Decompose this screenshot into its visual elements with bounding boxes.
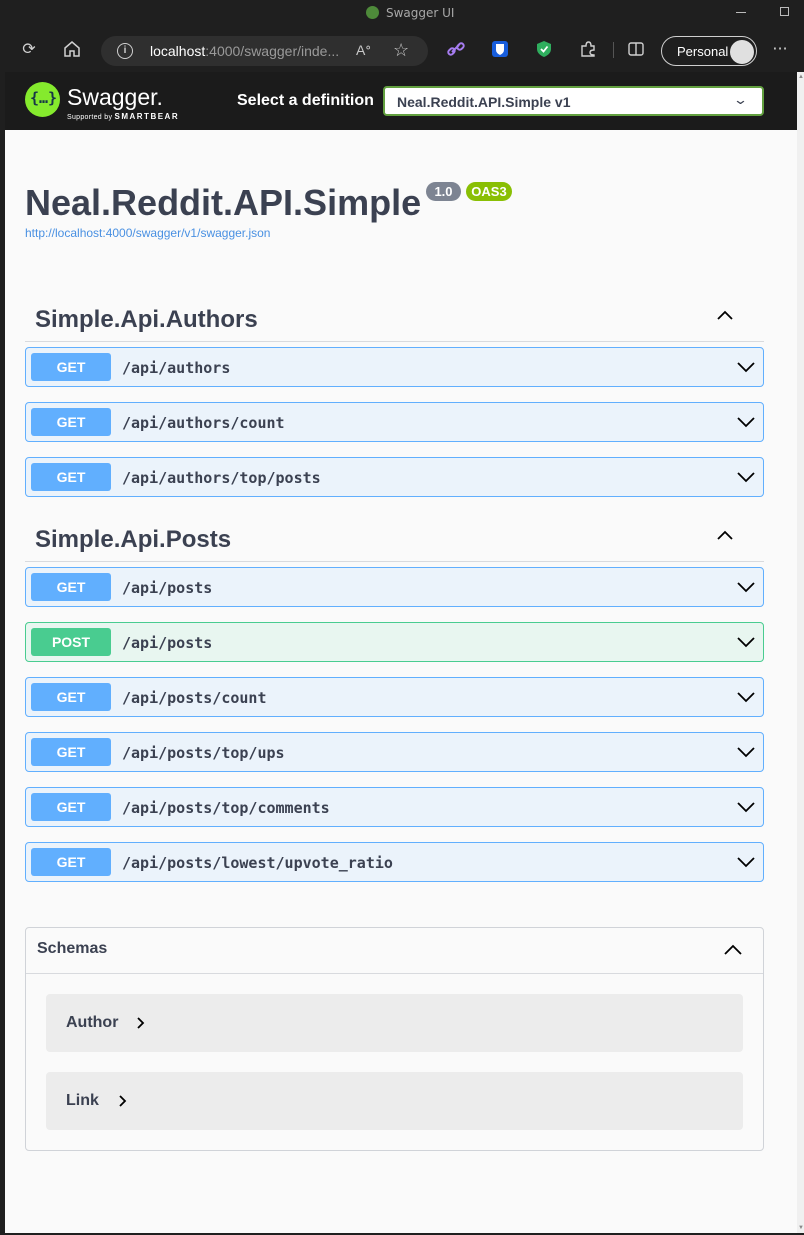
schemas-header[interactable]: Schemas	[26, 928, 763, 974]
info-icon[interactable]: i	[117, 43, 133, 59]
chevron-right-icon[interactable]	[118, 1094, 128, 1108]
chevron-right-icon[interactable]	[136, 1016, 146, 1030]
chevron-up-icon[interactable]	[717, 308, 733, 324]
schema-model-link[interactable]: Link	[46, 1072, 743, 1130]
chevron-down-icon[interactable]	[737, 744, 755, 760]
url-text[interactable]: localhost:4000/swagger/inde...	[150, 43, 339, 59]
oas-badge: OAS3	[466, 182, 512, 201]
swagger-topbar: {…} Swagger. Supported by SMARTBEAR Sele…	[5, 72, 797, 130]
method-badge: GET	[31, 793, 111, 821]
definition-select[interactable]: Neal.Reddit.API.Simple v1 ⌄	[383, 86, 764, 116]
window-title: Swagger UI	[386, 6, 455, 20]
tag-name: Simple.Api.Posts	[35, 526, 232, 553]
operation-path: /api/posts/top/ups	[122, 744, 285, 762]
link-extension-icon[interactable]	[446, 39, 466, 59]
swagger-logo-text[interactable]: Swagger.	[67, 84, 163, 111]
browser-toolbar: ⟳ i localhost:4000/swagger/inde... A͏ᐤ ☆…	[0, 26, 804, 72]
chevron-down-icon[interactable]	[737, 359, 755, 375]
tag-header-posts[interactable]: Simple.Api.Posts	[25, 512, 764, 562]
operation-path: /api/authors	[122, 359, 231, 377]
operation-get-authors[interactable]: GET /api/authors	[25, 347, 764, 387]
method-badge: POST	[31, 628, 111, 656]
chevron-down-icon[interactable]	[737, 579, 755, 595]
operation-get-posts-count[interactable]: GET /api/posts/count	[25, 677, 764, 717]
operation-get-authors-top-posts[interactable]: GET /api/authors/top/posts	[25, 457, 764, 497]
smartbear-tagline: Supported by SMARTBEAR	[67, 112, 180, 121]
puzzle-icon[interactable]	[578, 39, 598, 59]
chevron-down-icon: ⌄	[732, 92, 749, 107]
refresh-icon[interactable]: ⟳	[19, 39, 39, 59]
scrollbar[interactable]: ▲ ▼	[797, 72, 804, 1233]
chevron-down-icon[interactable]	[737, 634, 755, 650]
operation-get-posts[interactable]: GET /api/posts	[25, 567, 764, 607]
operation-get-posts-lowest-upvote-ratio[interactable]: GET /api/posts/lowest/upvote_ratio	[25, 842, 764, 882]
avatar	[730, 40, 754, 64]
method-badge: GET	[31, 848, 111, 876]
swagger-logo-icon[interactable]: {…}	[25, 82, 60, 117]
operation-get-posts-top-comments[interactable]: GET /api/posts/top/comments	[25, 787, 764, 827]
more-icon[interactable]: ···	[770, 39, 790, 59]
method-badge: GET	[31, 463, 111, 491]
chevron-down-icon[interactable]	[737, 799, 755, 815]
method-badge: GET	[31, 408, 111, 436]
operation-get-authors-count[interactable]: GET /api/authors/count	[25, 402, 764, 442]
operation-get-posts-top-ups[interactable]: GET /api/posts/top/ups	[25, 732, 764, 772]
operation-path: /api/posts/lowest/upvote_ratio	[122, 854, 393, 872]
model-name: Link	[66, 1092, 99, 1109]
method-badge: GET	[31, 683, 111, 711]
model-name: Author	[66, 1014, 119, 1031]
page-title: Neal.Reddit.API.Simple	[25, 182, 422, 223]
operation-path: /api/authors/count	[122, 414, 285, 432]
read-aloud-icon[interactable]: A͏ᐤ	[356, 42, 371, 59]
definition-label: Select a definition	[237, 92, 374, 109]
profile-button[interactable]: Personal	[661, 36, 757, 66]
split-screen-icon[interactable]	[626, 39, 646, 59]
chevron-down-icon[interactable]	[737, 469, 755, 485]
bitwarden-icon[interactable]	[490, 39, 510, 59]
spec-url-link[interactable]: http://localhost:4000/swagger/v1/swagger…	[25, 226, 270, 240]
address-bar[interactable]: i localhost:4000/swagger/inde... A͏ᐤ ☆	[101, 36, 428, 66]
operation-path: /api/authors/top/posts	[122, 469, 321, 487]
chevron-down-icon[interactable]	[737, 854, 755, 870]
definition-value: Neal.Reddit.API.Simple v1	[397, 94, 571, 110]
schema-model-author[interactable]: Author	[46, 994, 743, 1052]
operation-path: /api/posts/top/comments	[122, 799, 330, 817]
home-icon[interactable]	[62, 39, 82, 59]
shield-icon[interactable]	[534, 39, 554, 59]
chevron-down-icon[interactable]	[737, 689, 755, 705]
maximize-icon[interactable]	[780, 7, 789, 16]
minimize-icon[interactable]	[736, 12, 746, 13]
operation-post-posts[interactable]: POST /api/posts	[25, 622, 764, 662]
chevron-up-icon[interactable]	[724, 941, 742, 959]
method-badge: GET	[31, 353, 111, 381]
schemas-title: Schemas	[37, 940, 108, 957]
version-badge: 1.0	[426, 182, 461, 201]
chevron-down-icon[interactable]	[737, 414, 755, 430]
browser-title-bar: Swagger UI	[0, 0, 804, 26]
operation-path: /api/posts/count	[122, 689, 267, 707]
tag-name: Simple.Api.Authors	[35, 306, 258, 333]
star-icon[interactable]: ☆	[393, 40, 409, 61]
method-badge: GET	[31, 573, 111, 601]
profile-label: Personal	[677, 44, 729, 59]
chevron-up-icon[interactable]	[717, 528, 733, 544]
tag-header-authors[interactable]: Simple.Api.Authors	[25, 292, 764, 342]
swagger-favicon-icon	[366, 6, 379, 19]
scroll-down-icon[interactable]: ▼	[798, 1225, 804, 1231]
toolbar-divider	[613, 42, 614, 58]
operation-path: /api/posts	[122, 579, 213, 597]
page-viewport: {…} Swagger. Supported by SMARTBEAR Sele…	[5, 72, 797, 1233]
operation-path: /api/posts	[122, 634, 213, 652]
scroll-up-icon[interactable]: ▲	[798, 74, 804, 80]
schemas-section: Schemas Author Link	[25, 927, 764, 1151]
method-badge: GET	[31, 738, 111, 766]
